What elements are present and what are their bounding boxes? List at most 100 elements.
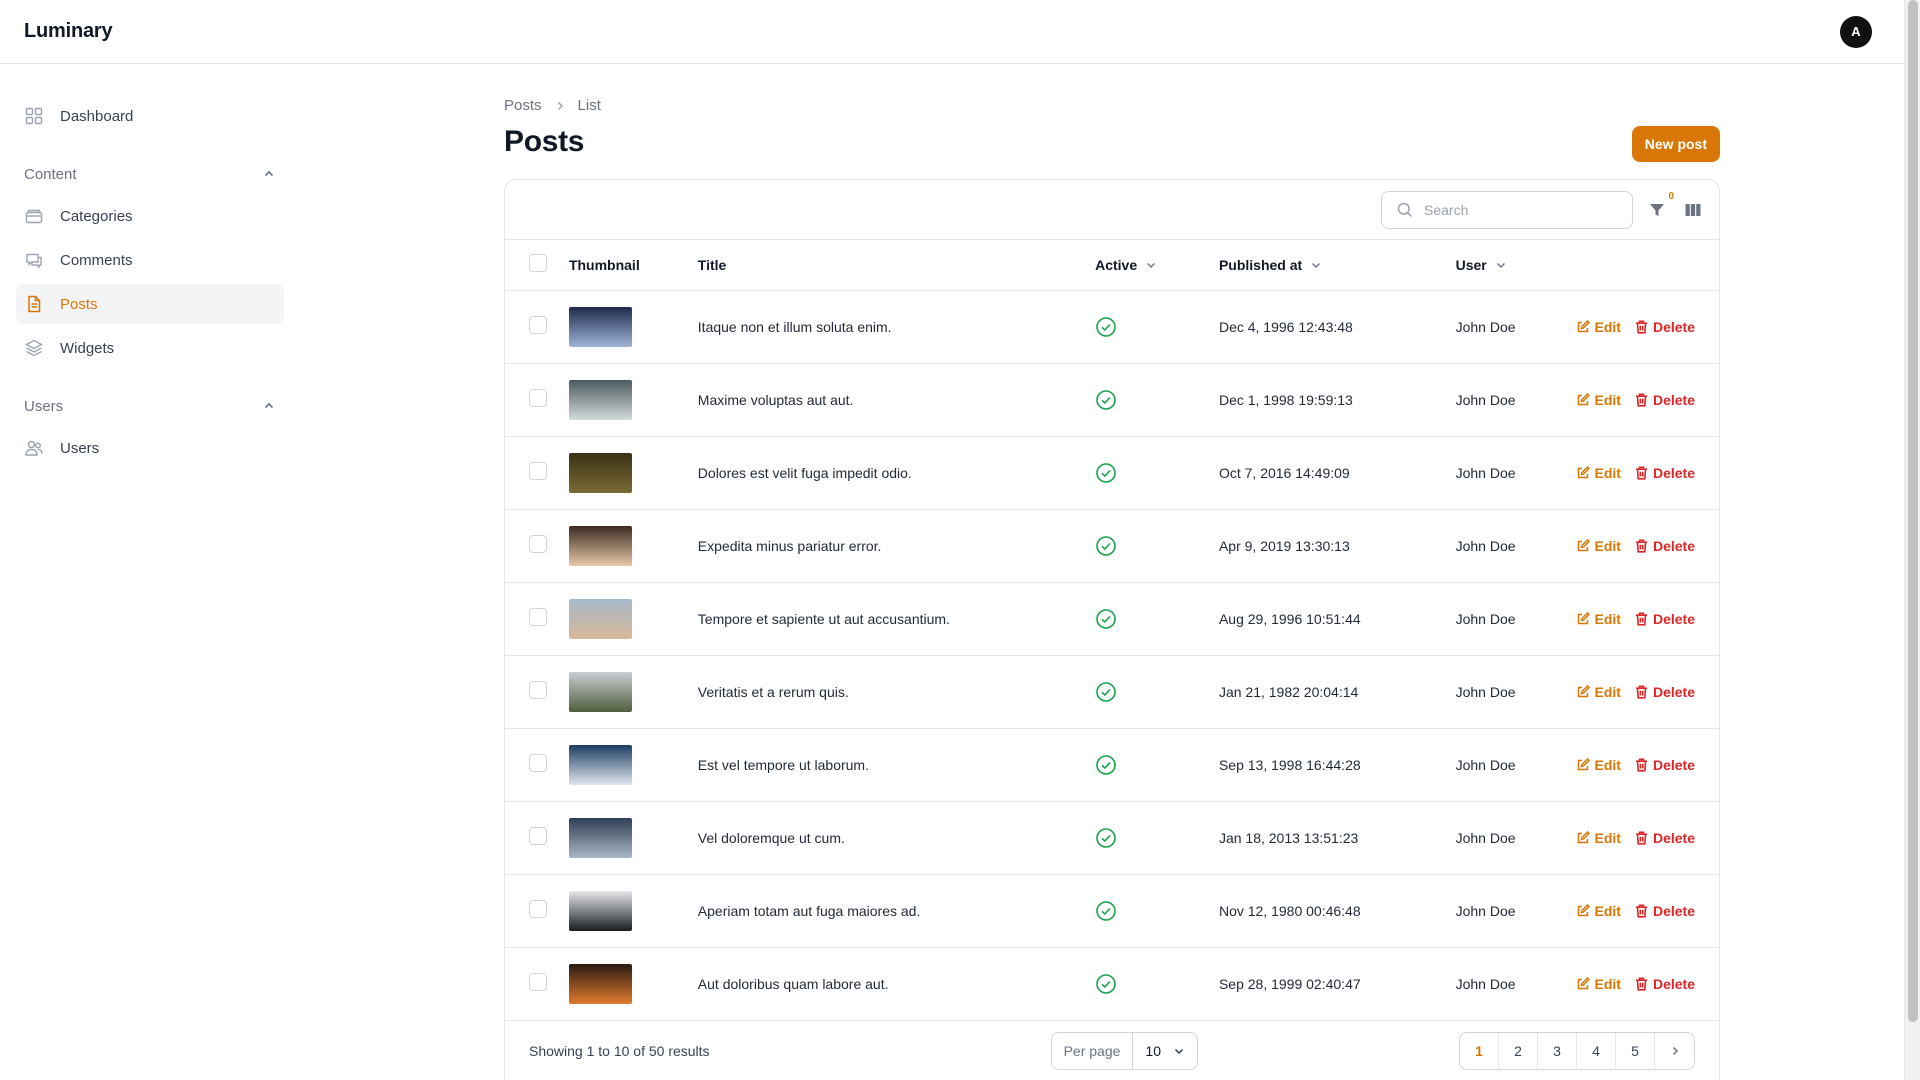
delete-button[interactable]: Delete <box>1635 392 1695 408</box>
post-user: John Doe <box>1455 902 1516 919</box>
select-all-checkbox[interactable] <box>529 254 547 273</box>
edit-button[interactable]: Edit <box>1576 830 1621 846</box>
delete-button[interactable]: Delete <box>1635 465 1695 481</box>
sidebar: Dashboard Content Categories Comments Po… <box>0 64 300 1080</box>
row-checkbox[interactable] <box>529 535 547 553</box>
row-checkbox[interactable] <box>529 681 547 699</box>
table-row: Itaque non et illum soluta enim. Dec 4, … <box>505 290 1719 363</box>
row-checkbox[interactable] <box>529 389 547 407</box>
table-row: Tempore et sapiente ut aut accusantium. … <box>505 582 1719 655</box>
edit-button[interactable]: Edit <box>1576 684 1621 700</box>
page-3-button[interactable]: 3 <box>1538 1032 1577 1069</box>
post-user: John Doe <box>1455 391 1516 408</box>
active-check-icon <box>1095 535 1117 557</box>
brand-logo[interactable]: Luminary <box>24 20 113 43</box>
table-row: Est vel tempore ut laborum. Sep 13, 1998… <box>505 728 1719 801</box>
delete-button[interactable]: Delete <box>1635 757 1695 773</box>
chevron-down-icon <box>1147 262 1156 268</box>
sidebar-group-content[interactable]: Content <box>16 156 284 192</box>
sidebar-item-users[interactable]: Users <box>16 428 284 468</box>
chevron-down-icon <box>1174 1048 1184 1054</box>
post-title: Est vel tempore ut laborum. <box>697 756 869 773</box>
per-page-dropdown[interactable]: 10 <box>1133 1033 1197 1069</box>
chevron-down-icon <box>1496 262 1505 268</box>
edit-icon <box>1577 465 1590 478</box>
delete-button[interactable]: Delete <box>1635 684 1695 700</box>
breadcrumb-posts-link[interactable]: Posts <box>504 97 542 114</box>
breadcrumb-current: List <box>577 97 601 114</box>
chevron-right-icon <box>554 100 566 112</box>
delete-button[interactable]: Delete <box>1635 538 1695 554</box>
next-page-button[interactable] <box>1655 1033 1694 1069</box>
sidebar-group-users[interactable]: Users <box>16 388 284 424</box>
page-5-button[interactable]: 5 <box>1616 1032 1655 1069</box>
page-2-button[interactable]: 2 <box>1499 1032 1538 1069</box>
sidebar-item-posts[interactable]: Posts <box>16 284 284 324</box>
delete-label: Delete <box>1652 756 1695 773</box>
sidebar-item-categories[interactable]: Categories <box>16 196 284 236</box>
row-checkbox[interactable] <box>529 900 547 918</box>
delete-label: Delete <box>1652 318 1695 335</box>
row-checkbox[interactable] <box>529 754 547 772</box>
column-header-user[interactable]: User <box>1456 240 1576 290</box>
row-checkbox[interactable] <box>529 827 547 845</box>
edit-button[interactable]: Edit <box>1576 903 1621 919</box>
scrollbar-thumb[interactable] <box>1908 0 1918 1022</box>
column-header-label: User <box>1455 256 1487 273</box>
edit-button[interactable]: Edit <box>1576 319 1621 335</box>
edit-button[interactable]: Edit <box>1576 757 1621 773</box>
search-icon <box>1396 201 1414 219</box>
per-page-select[interactable]: Per page 10 <box>1050 1031 1198 1070</box>
page-1-button[interactable]: 1 <box>1460 1032 1499 1069</box>
post-user: John Doe <box>1455 537 1516 554</box>
column-header-published-at[interactable]: Published at <box>1219 240 1456 290</box>
row-checkbox[interactable] <box>529 316 547 334</box>
active-check-icon <box>1095 389 1117 411</box>
sidebar-item-label: Dashboard <box>60 107 134 125</box>
post-title: Aperiam totam aut fuga maiores ad. <box>697 902 921 919</box>
row-checkbox[interactable] <box>529 462 547 480</box>
sidebar-item-label: Widgets <box>60 339 115 357</box>
filter-button[interactable]: 0 <box>1645 191 1674 222</box>
user-avatar[interactable]: A <box>1840 15 1872 48</box>
published-at: Nov 12, 1980 00:46:48 <box>1218 902 1361 919</box>
edit-button[interactable]: Edit <box>1576 465 1621 481</box>
results-summary: Showing 1 to 10 of 50 results <box>529 1042 710 1059</box>
post-thumbnail <box>568 963 632 1004</box>
sidebar-item-dashboard[interactable]: Dashboard <box>16 96 284 136</box>
active-check-icon <box>1095 754 1117 776</box>
grid-icon <box>24 106 44 126</box>
published-at: Apr 9, 2019 13:30:13 <box>1218 537 1350 554</box>
columns-toggle-button[interactable] <box>1681 198 1705 222</box>
sidebar-item-label: Users <box>60 439 100 457</box>
post-thumbnail <box>568 671 632 712</box>
new-post-button[interactable]: New post <box>1631 126 1720 162</box>
edit-label: Edit <box>1594 902 1621 919</box>
edit-button[interactable]: Edit <box>1576 538 1621 554</box>
trash-icon <box>1635 393 1647 407</box>
sidebar-item-widgets[interactable]: Widgets <box>16 328 284 368</box>
post-title: Tempore et sapiente ut aut accusantium. <box>697 610 950 627</box>
edit-button[interactable]: Edit <box>1576 392 1621 408</box>
published-at: Dec 4, 1996 12:43:48 <box>1218 318 1353 335</box>
sidebar-item-comments[interactable]: Comments <box>16 240 284 280</box>
row-checkbox[interactable] <box>529 608 547 626</box>
chat-icon <box>24 250 44 270</box>
delete-button[interactable]: Delete <box>1635 830 1695 846</box>
edit-icon <box>1577 830 1590 843</box>
row-checkbox[interactable] <box>529 973 547 991</box>
edit-button[interactable]: Edit <box>1576 611 1621 627</box>
page-scrollbar[interactable] <box>1904 0 1920 1080</box>
page-4-button[interactable]: 4 <box>1577 1032 1616 1069</box>
delete-button[interactable]: Delete <box>1635 611 1695 627</box>
column-header-active[interactable]: Active <box>1095 240 1219 290</box>
delete-button[interactable]: Delete <box>1635 319 1695 335</box>
search-box[interactable] <box>1381 190 1633 229</box>
delete-button[interactable]: Delete <box>1635 976 1695 992</box>
edit-icon <box>1577 611 1590 624</box>
delete-button[interactable]: Delete <box>1635 903 1695 919</box>
edit-button[interactable]: Edit <box>1576 976 1621 992</box>
post-thumbnail <box>568 525 632 566</box>
published-at: Sep 13, 1998 16:44:28 <box>1218 756 1361 773</box>
search-input[interactable] <box>1424 201 1604 218</box>
